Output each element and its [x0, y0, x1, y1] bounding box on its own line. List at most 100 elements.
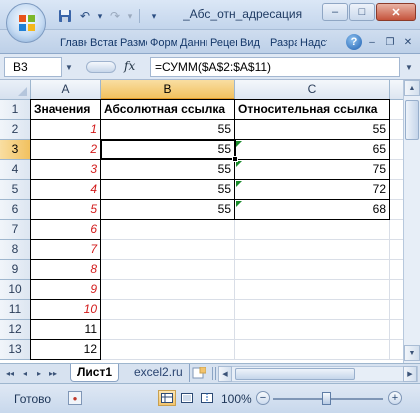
relative-ref-cell-c3[interactable]: 65	[235, 140, 390, 160]
normal-view-icon[interactable]	[158, 390, 176, 406]
formula-input[interactable]: =СУММ($A$2:$A$11)	[150, 57, 400, 77]
minimize-button[interactable]: –	[322, 3, 348, 21]
header-cell-b[interactable]: Абсолютная ссылка	[101, 100, 235, 120]
cell-d11[interactable]	[390, 300, 403, 320]
cell-d9[interactable]	[390, 260, 403, 280]
zoom-slider-thumb[interactable]	[322, 392, 331, 405]
vertical-scrollbar[interactable]: ▲ ▼	[403, 80, 420, 363]
cell-b9[interactable]	[101, 260, 235, 280]
absolute-ref-cell-b3[interactable]: 55	[101, 140, 235, 160]
macro-record-icon[interactable]: ●	[68, 391, 82, 405]
cell-c13[interactable]	[235, 340, 390, 360]
value-cell-a8[interactable]: 7	[31, 240, 101, 260]
cell-b8[interactable]	[101, 240, 235, 260]
row-header-8[interactable]: 8	[0, 240, 31, 260]
cell-b11[interactable]	[101, 300, 235, 320]
cell-d1[interactable]	[390, 100, 403, 120]
tab-page-layout[interactable]: Разметка	[118, 35, 148, 51]
scroll-right-icon[interactable]: ▶	[403, 366, 417, 382]
last-sheet-icon[interactable]: ▸▸	[47, 367, 59, 380]
cell-c8[interactable]	[235, 240, 390, 260]
row-header-3[interactable]: 3	[0, 140, 31, 160]
workbook-close-icon[interactable]: ✕	[400, 34, 416, 50]
horizontal-scrollbar[interactable]: ◀ ▶	[218, 366, 418, 382]
scroll-left-icon[interactable]: ◀	[218, 366, 232, 382]
value-cell-a5[interactable]: 4	[31, 180, 101, 200]
error-indicator-icon[interactable]	[236, 181, 242, 187]
column-header-b[interactable]: B	[101, 80, 235, 100]
cell-b13[interactable]	[101, 340, 235, 360]
fill-handle[interactable]	[232, 156, 238, 162]
cell-d8[interactable]	[390, 240, 403, 260]
workbook-restore-icon[interactable]: ❐	[382, 34, 398, 50]
maximize-button[interactable]: □	[349, 3, 375, 21]
name-box-dropdown-icon[interactable]: ▼	[62, 57, 76, 77]
cell-b12[interactable]	[101, 320, 235, 340]
value-cell-a6[interactable]: 5	[31, 200, 101, 220]
cell-d7[interactable]	[390, 220, 403, 240]
column-header-a[interactable]: A	[31, 80, 101, 100]
zoom-level[interactable]: 100%	[221, 392, 252, 406]
insert-sheet-icon[interactable]	[190, 365, 208, 381]
absolute-ref-cell-b2[interactable]: 55	[101, 120, 235, 140]
page-layout-view-icon[interactable]	[178, 390, 196, 406]
row-header-2[interactable]: 2	[0, 120, 31, 140]
vertical-scroll-thumb[interactable]	[405, 100, 419, 140]
value-cell-a4[interactable]: 3	[31, 160, 101, 180]
redo-icon[interactable]: ↷	[106, 7, 124, 25]
absolute-ref-cell-b6[interactable]: 55	[101, 200, 235, 220]
row-header-12[interactable]: 12	[0, 320, 31, 340]
value-cell-a13[interactable]: 12	[31, 340, 101, 360]
row-header-11[interactable]: 11	[0, 300, 31, 320]
cell-d12[interactable]	[390, 320, 403, 340]
zoom-in-icon[interactable]: +	[388, 391, 402, 405]
relative-ref-cell-c4[interactable]: 75	[235, 160, 390, 180]
formula-expand-icon[interactable]: ▼	[402, 57, 416, 77]
cell-d6[interactable]	[390, 200, 403, 220]
row-header-4[interactable]: 4	[0, 160, 31, 180]
relative-ref-cell-c2[interactable]: 55	[235, 120, 390, 140]
cell-c12[interactable]	[235, 320, 390, 340]
workbook-minimize-icon[interactable]: –	[364, 34, 380, 50]
value-cell-a12[interactable]: 11	[31, 320, 101, 340]
first-sheet-icon[interactable]: ◂◂	[4, 367, 16, 380]
cell-d13[interactable]	[390, 340, 403, 360]
relative-ref-cell-c6[interactable]: 68	[235, 200, 390, 220]
value-cell-a11[interactable]: 10	[31, 300, 101, 320]
row-header-6[interactable]: 6	[0, 200, 31, 220]
cell-c7[interactable]	[235, 220, 390, 240]
formula-bar-splitter[interactable]	[86, 61, 116, 73]
relative-ref-cell-c5[interactable]: 72	[235, 180, 390, 200]
absolute-ref-cell-b5[interactable]: 55	[101, 180, 235, 200]
value-cell-a2[interactable]: 1	[31, 120, 101, 140]
sheet-tab-excel2[interactable]: excel2.ru	[128, 364, 190, 382]
error-indicator-icon[interactable]	[236, 201, 242, 207]
undo-icon[interactable]: ↶	[76, 7, 94, 25]
cell-d10[interactable]	[390, 280, 403, 300]
cell-d4[interactable]	[390, 160, 403, 180]
select-all-corner[interactable]	[0, 80, 31, 100]
page-break-view-icon[interactable]	[198, 390, 216, 406]
header-cell-a[interactable]: Значения	[31, 100, 101, 120]
row-header-5[interactable]: 5	[0, 180, 31, 200]
cell-d3[interactable]	[390, 140, 403, 160]
insert-function-icon[interactable]: fx	[124, 59, 135, 73]
zoom-out-icon[interactable]: −	[256, 391, 270, 405]
horizontal-scroll-thumb[interactable]	[235, 368, 355, 380]
customize-qat-icon[interactable]: ▾	[145, 7, 163, 25]
undo-dropdown-icon[interactable]: ▾	[96, 7, 104, 25]
redo-dropdown-icon[interactable]: ▾	[126, 7, 134, 25]
error-indicator-icon[interactable]	[236, 141, 242, 147]
cell-c10[interactable]	[235, 280, 390, 300]
tab-split-handle[interactable]	[212, 367, 216, 380]
close-button[interactable]: ✕	[376, 3, 416, 21]
scroll-up-icon[interactable]: ▲	[404, 80, 420, 96]
cell-c11[interactable]	[235, 300, 390, 320]
worksheet-grid[interactable]: A B C 1 2 3 4 5 6 7 8 9 10 11 12 13 Значения Абсолютная с…	[0, 80, 403, 363]
row-header-7[interactable]: 7	[0, 220, 31, 240]
cell-b10[interactable]	[101, 280, 235, 300]
sheet-tab-list1[interactable]: Лист1	[70, 364, 120, 382]
row-header-10[interactable]: 10	[0, 280, 31, 300]
cell-c9[interactable]	[235, 260, 390, 280]
tab-data[interactable]: Данные	[178, 35, 208, 51]
